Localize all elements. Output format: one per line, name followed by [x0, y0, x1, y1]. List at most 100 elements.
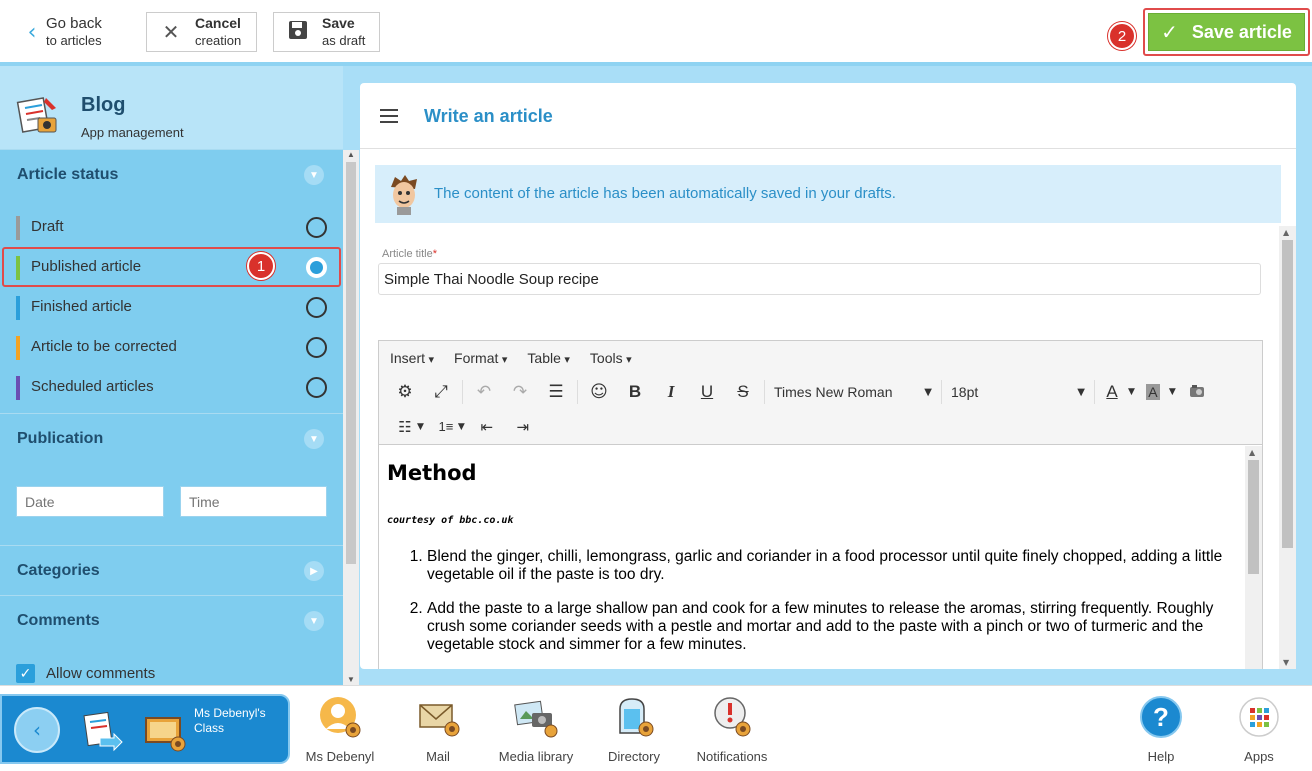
dock-item-notifications[interactable]: Notifications [684, 694, 780, 764]
status-radio[interactable] [306, 377, 327, 398]
outdent-icon[interactable]: ⇤ [469, 412, 505, 442]
italic-icon[interactable]: I [653, 377, 689, 407]
article-title-label: Article title* [382, 248, 438, 260]
dock-item-label: Apps [1244, 749, 1274, 764]
scrollbar-thumb[interactable] [346, 162, 356, 564]
sidebar-scrollbar[interactable]: ▲ ▼ [343, 150, 359, 685]
status-radio[interactable] [306, 217, 327, 238]
scrollbar-thumb[interactable] [1248, 460, 1259, 574]
sidebar-header: Blog App management [0, 66, 343, 149]
chevron-down-icon[interactable]: ▼ [304, 611, 324, 631]
status-item-to-be-corrected[interactable]: Article to be corrected [0, 327, 343, 367]
content-courtesy: courtesy of bbc.co.uk [387, 515, 514, 526]
status-item-finished[interactable]: Finished article [0, 287, 343, 327]
save-article-button[interactable]: ✓ Save article [1148, 13, 1305, 51]
status-item-scheduled[interactable]: Scheduled articles [0, 367, 343, 407]
editor-content-area[interactable]: Method courtesy of bbc.co.uk Blend the g… [379, 446, 1245, 669]
dock-item-label: Notifications [696, 749, 768, 764]
comments-heading: Comments [17, 611, 100, 629]
panel-scrollbar[interactable]: ▲ ▼ [1279, 226, 1296, 669]
floppy-disk-icon [284, 20, 312, 45]
class-switcher[interactable]: ‹ Ms Debenyl's Class [0, 694, 290, 764]
font-size-value: 18pt [951, 384, 979, 400]
mail-icon [419, 704, 460, 737]
chevron-down-icon[interactable]: ▼ [304, 165, 324, 185]
align-center-icon[interactable]: ☰ [538, 377, 574, 407]
font-size-select[interactable]: 18pt ▼ [945, 377, 1091, 407]
dock-item-ms-debenyl[interactable]: Ms Debenyl [292, 694, 388, 764]
indent-icon[interactable]: ⇥ [505, 412, 541, 442]
save-article-highlight: ✓ Save article [1143, 8, 1310, 56]
autosave-notice: The content of the article has been auto… [375, 165, 1281, 223]
undo-icon[interactable]: ↶ [466, 377, 502, 407]
go-back-label: Go back [46, 15, 102, 32]
menu-tools[interactable]: Tools [590, 350, 632, 366]
dock-item-media-library[interactable]: Media library [488, 694, 584, 764]
caret-down-icon[interactable]: ▼ [1128, 387, 1135, 397]
step-marker-1: 1 [247, 252, 275, 280]
save-article-label: Save article [1191, 21, 1292, 42]
insert-media-icon[interactable] [1180, 377, 1216, 407]
menu-format[interactable]: Format [454, 350, 507, 366]
article-title-input[interactable]: Simple Thai Noodle Soup recipe [378, 263, 1261, 295]
bottom-dock: ‹ Ms Debenyl's Class Ms Debenyl Mail Med… [0, 685, 1312, 771]
scroll-down-arrow-icon[interactable]: ▼ [1283, 658, 1289, 667]
article-status-header[interactable]: Article status ▼ [0, 149, 343, 199]
blog-app-icon[interactable] [80, 710, 124, 754]
caret-down-icon[interactable]: ▼ [458, 422, 465, 432]
notifications-icon [714, 697, 751, 737]
date-input[interactable] [16, 486, 164, 517]
redo-icon[interactable]: ↷ [502, 377, 538, 407]
menu-table[interactable]: Table [527, 350, 570, 366]
media-library-icon [514, 700, 558, 738]
text-color-icon[interactable]: A [1098, 377, 1126, 407]
caret-down-icon[interactable]: ▼ [1169, 387, 1176, 397]
status-item-published[interactable]: Published article [2, 247, 341, 287]
publication-body [0, 463, 343, 545]
underline-icon[interactable]: U [689, 377, 725, 407]
publication-header[interactable]: Publication ▼ [0, 413, 343, 463]
comments-header[interactable]: Comments ▼ [0, 595, 343, 645]
close-icon: ✕ [162, 20, 180, 44]
scrollbar-thumb[interactable] [1282, 240, 1293, 548]
allow-comments-checkbox-row[interactable]: ✓ Allow comments [16, 664, 155, 683]
chevron-down-icon[interactable]: ▼ [304, 429, 324, 449]
dock-item-apps[interactable]: Apps [1211, 694, 1307, 764]
editor-scrollbar[interactable]: ▲ [1245, 446, 1262, 669]
menu-insert[interactable]: Insert [390, 350, 434, 366]
background-color-icon[interactable]: A [1139, 377, 1167, 407]
status-color-bar [16, 256, 20, 280]
settings-gear-icon[interactable]: ⚙ [387, 377, 423, 407]
caret-down-icon[interactable]: ▼ [417, 422, 424, 432]
dock-item-directory[interactable]: Directory [586, 694, 682, 764]
scroll-up-arrow-icon[interactable]: ▲ [1249, 448, 1255, 457]
time-input[interactable] [180, 486, 327, 517]
strikethrough-icon[interactable]: S [725, 377, 761, 407]
status-radio[interactable] [306, 297, 327, 318]
save-draft-button[interactable]: Save as draft [273, 12, 380, 52]
scroll-down-arrow-icon[interactable]: ▼ [346, 675, 356, 685]
scroll-up-arrow-icon[interactable]: ▲ [346, 150, 356, 160]
chevron-right-icon[interactable]: ▶ [304, 561, 324, 581]
hamburger-menu-icon[interactable] [380, 109, 398, 123]
article-editor-panel: Write an article The content of the arti… [360, 83, 1296, 669]
emoticon-icon[interactable]: ☺ [581, 377, 617, 407]
go-back-button[interactable]: ‹ Go back to articles [18, 12, 138, 52]
dock-item-label: Help [1147, 749, 1175, 764]
chevron-left-icon[interactable]: ‹ [14, 707, 60, 753]
status-radio[interactable] [306, 257, 327, 278]
categories-header[interactable]: Categories ▶ [0, 545, 343, 595]
checkbox-checked-icon[interactable]: ✓ [16, 664, 35, 683]
font-family-select[interactable]: Times New Roman ▼ [768, 377, 938, 407]
dock-item-mail[interactable]: Mail [390, 694, 486, 764]
chevron-left-icon: ‹ [27, 19, 37, 45]
status-color-bar [16, 376, 20, 400]
status-item-draft[interactable]: Draft [0, 207, 343, 247]
dock-item-help[interactable]: ? Help [1113, 694, 1209, 764]
status-radio[interactable] [306, 337, 327, 358]
cancel-creation-button[interactable]: ✕ Cancel creation [146, 12, 257, 52]
page-title: Write an article [424, 106, 553, 126]
fullscreen-icon[interactable]: ⤢ [423, 377, 459, 407]
bold-icon[interactable]: B [617, 377, 653, 407]
scroll-up-arrow-icon[interactable]: ▲ [1283, 228, 1289, 237]
